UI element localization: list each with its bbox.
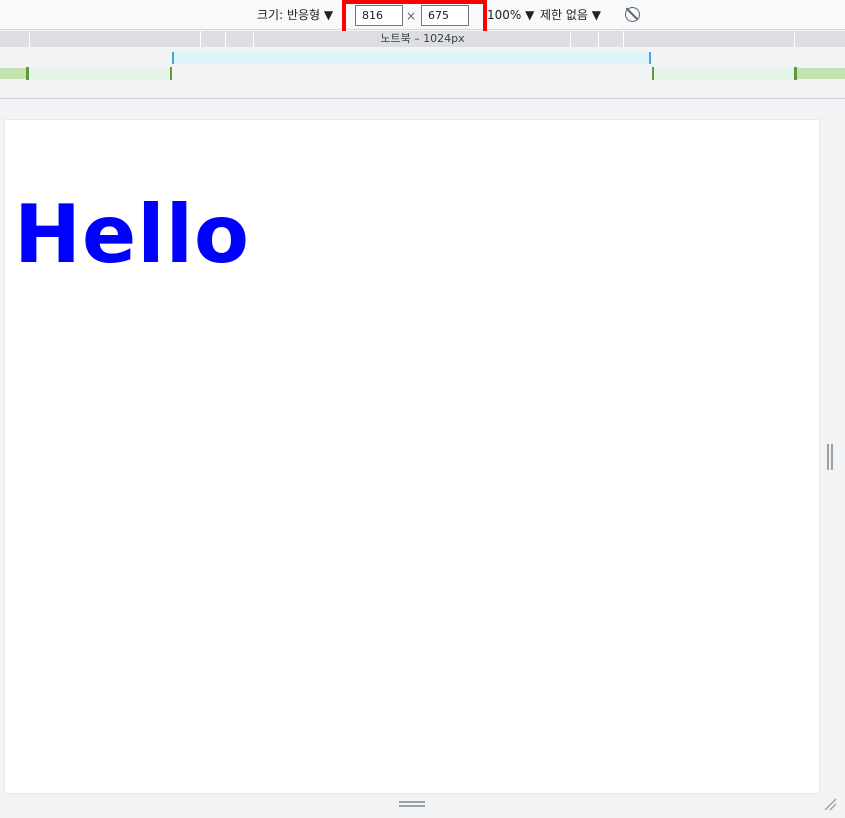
range-marker [170, 67, 172, 80]
vertical-resize-handle-icon[interactable] [827, 444, 833, 470]
zoom-dropdown[interactable]: 100% ▼ [487, 8, 534, 22]
media-range-min-width[interactable] [654, 68, 794, 79]
media-range-min-width[interactable] [29, 68, 171, 79]
size-mode-dropdown[interactable]: 크기: 반응형 ▼ [257, 8, 333, 22]
page-heading: Hello [14, 188, 251, 281]
media-range-min-width-outer[interactable] [0, 68, 27, 79]
media-query-bar[interactable]: 노트북 – 1024px [0, 31, 845, 47]
horizontal-resize-handle-icon[interactable] [399, 801, 425, 807]
throttle-dropdown[interactable]: 제한 없음 ▼ [540, 8, 601, 22]
ruler-divider [0, 98, 845, 99]
media-range-max-width[interactable] [172, 52, 651, 64]
height-input[interactable]: 675 [421, 5, 469, 26]
width-input[interactable]: 816 [355, 5, 403, 26]
device-viewport[interactable]: Hello [4, 119, 820, 794]
media-range-min-width-outer[interactable] [797, 68, 845, 79]
rotate-icon[interactable] [625, 7, 640, 22]
corner-resize-icon[interactable] [823, 797, 837, 811]
device-toolbar: 크기: 반응형 ▼ 816 × 675 100% ▼ 제한 없음 ▼ [0, 0, 845, 30]
dimension-separator: × [406, 9, 417, 23]
media-query-label: 노트북 – 1024px [380, 32, 465, 45]
